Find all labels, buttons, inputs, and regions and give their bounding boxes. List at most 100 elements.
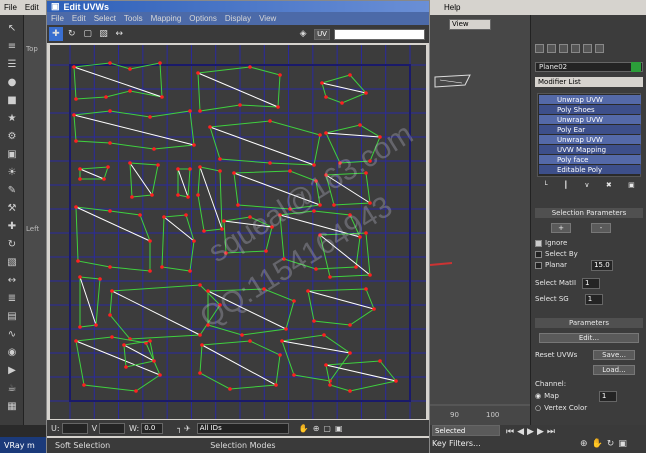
uv-vertex[interactable] (74, 139, 78, 143)
uv-vertex[interactable] (74, 339, 78, 343)
checker-map-icon[interactable]: ◈ (296, 27, 310, 41)
stack-item[interactable]: Editable Poly (539, 165, 641, 174)
play-icon[interactable]: ▶ (527, 427, 534, 437)
uvw-menu-mapping[interactable]: Mapping (147, 14, 186, 23)
sg-spinner[interactable]: 1 (584, 293, 603, 305)
link-icon[interactable]: ≡ (3, 39, 21, 53)
uv-vertex[interactable] (318, 133, 322, 137)
uv-vertex[interactable] (348, 73, 352, 77)
uv-vertex[interactable] (394, 379, 398, 383)
uv-vertex[interactable] (148, 269, 152, 273)
uv-vertex[interactable] (340, 101, 344, 105)
uv-vertex[interactable] (198, 283, 202, 287)
uv-vertex[interactable] (148, 339, 152, 343)
zoom-icon[interactable]: ⊕ (313, 424, 320, 433)
uv-vertex[interactable] (74, 205, 78, 209)
uv-vertex[interactable] (108, 313, 112, 317)
pen-icon[interactable]: ✎ (3, 183, 21, 197)
uvw-titlebar[interactable]: ▣ Edit UVWs (47, 1, 429, 12)
uv-vertex[interactable] (348, 389, 352, 393)
uv-vertex[interactable] (106, 165, 110, 169)
display-tab-icon[interactable] (583, 43, 592, 53)
uv-vertex[interactable] (110, 335, 114, 339)
uv-vertex[interactable] (324, 363, 328, 367)
uv-vertex[interactable] (184, 213, 188, 217)
reset-uvws-button[interactable]: Reset UVWs (535, 351, 577, 359)
uv-vertex[interactable] (278, 353, 282, 357)
material-id-dropdown[interactable]: All IDs (196, 422, 289, 434)
uv-vertex[interactable] (198, 109, 202, 113)
u-spinner[interactable] (61, 422, 88, 434)
object-name-field[interactable]: Plane02 (535, 62, 643, 72)
motion-tab-icon[interactable] (571, 43, 580, 53)
create-tab-icon[interactable] (535, 43, 544, 53)
mirror-icon[interactable]: ↔ (112, 27, 126, 41)
uv-vertex[interactable] (94, 323, 98, 327)
uv-vertex[interactable] (222, 219, 226, 223)
uv-vertex[interactable] (160, 265, 164, 269)
stack-item[interactable]: UVW Mapping (539, 145, 641, 154)
pan-hand-icon[interactable]: ✋ (592, 439, 603, 449)
matid-spinner[interactable]: 1 (582, 277, 601, 289)
uv-vertex[interactable] (238, 103, 242, 107)
uv-vertex[interactable] (150, 193, 154, 197)
uv-vertex[interactable] (284, 327, 288, 331)
uv-vertex[interactable] (240, 333, 244, 337)
plugin-icon[interactable]: ▦ (3, 399, 21, 413)
show-end-result-icon[interactable]: ┃ (564, 181, 568, 189)
star-icon[interactable]: ★ (3, 111, 21, 125)
uv-vertex[interactable] (372, 307, 376, 311)
uv-vertex[interactable] (198, 371, 202, 375)
uv-vertex[interactable] (72, 113, 76, 117)
planar-checkbox[interactable] (535, 261, 542, 269)
pin-stack-icon[interactable]: └ (543, 181, 547, 189)
uv-vertex[interactable] (268, 119, 272, 123)
uv-vertex[interactable] (162, 215, 166, 219)
stack-item[interactable]: Unwrap UVW (539, 95, 641, 104)
uv-vertex[interactable] (320, 81, 324, 85)
zoom-region-icon[interactable]: ▢ (323, 424, 331, 433)
uv-vertex[interactable] (200, 343, 204, 347)
ignore-checkbox[interactable] (535, 239, 542, 247)
uv-editor-canvas[interactable]: squeal@163.com QQ:1154164943 (50, 45, 426, 419)
uvw-menu-select[interactable]: Select (90, 14, 120, 23)
hierarchy-tab-icon[interactable] (559, 43, 568, 53)
uv-vertex[interactable] (312, 163, 316, 167)
uv-vertex[interactable] (128, 67, 132, 71)
paint-icon[interactable]: ✈ (184, 424, 191, 433)
uv-vertex[interactable] (176, 193, 180, 197)
uv-vertex[interactable] (176, 167, 180, 171)
uv-vertex[interactable] (306, 289, 310, 293)
menu-edit[interactable]: Edit (21, 3, 43, 12)
uv-vertex[interactable] (196, 71, 200, 75)
uv-vertex[interactable] (218, 169, 222, 173)
uv-vertex[interactable] (72, 65, 76, 69)
parameters-rollout[interactable]: Parameters (535, 318, 643, 328)
uv-vertex[interactable] (202, 229, 206, 233)
grow-button[interactable]: + (551, 223, 571, 233)
vertex-color-radio-icon[interactable]: ○ (535, 404, 541, 412)
uv-vertex[interactable] (108, 209, 112, 213)
soft-selection-rollout[interactable]: Soft Selection (55, 441, 110, 450)
modify-tab-icon[interactable] (547, 43, 556, 53)
stack-item[interactable]: Unwrap UVW (539, 135, 641, 144)
uvw-menu-display[interactable]: Display (221, 14, 255, 23)
map-channel-spinner[interactable]: 1 (598, 390, 617, 402)
uv-vertex[interactable] (102, 177, 106, 181)
selection-params-rollout[interactable]: Selection Parameters (535, 208, 643, 218)
uv-vertex[interactable] (218, 157, 222, 161)
uv-vertex[interactable] (348, 351, 352, 355)
maximize-icon[interactable]: ▣ (618, 439, 627, 449)
move-icon[interactable]: ✚ (49, 27, 63, 41)
uv-vertex[interactable] (378, 359, 382, 363)
uv-vertex[interactable] (324, 95, 328, 99)
prev-frame-icon[interactable]: ◀ (517, 427, 524, 437)
uv-vertex[interactable] (278, 73, 282, 77)
uv-vertex[interactable] (354, 265, 358, 269)
uv-vertex[interactable] (192, 239, 196, 243)
uv-vertex[interactable] (78, 325, 82, 329)
uv-vertex[interactable] (292, 373, 296, 377)
stack-item[interactable]: Poly Shoes (539, 105, 641, 114)
right-viewport-strip[interactable] (429, 15, 530, 425)
uv-vertex[interactable] (122, 343, 126, 347)
